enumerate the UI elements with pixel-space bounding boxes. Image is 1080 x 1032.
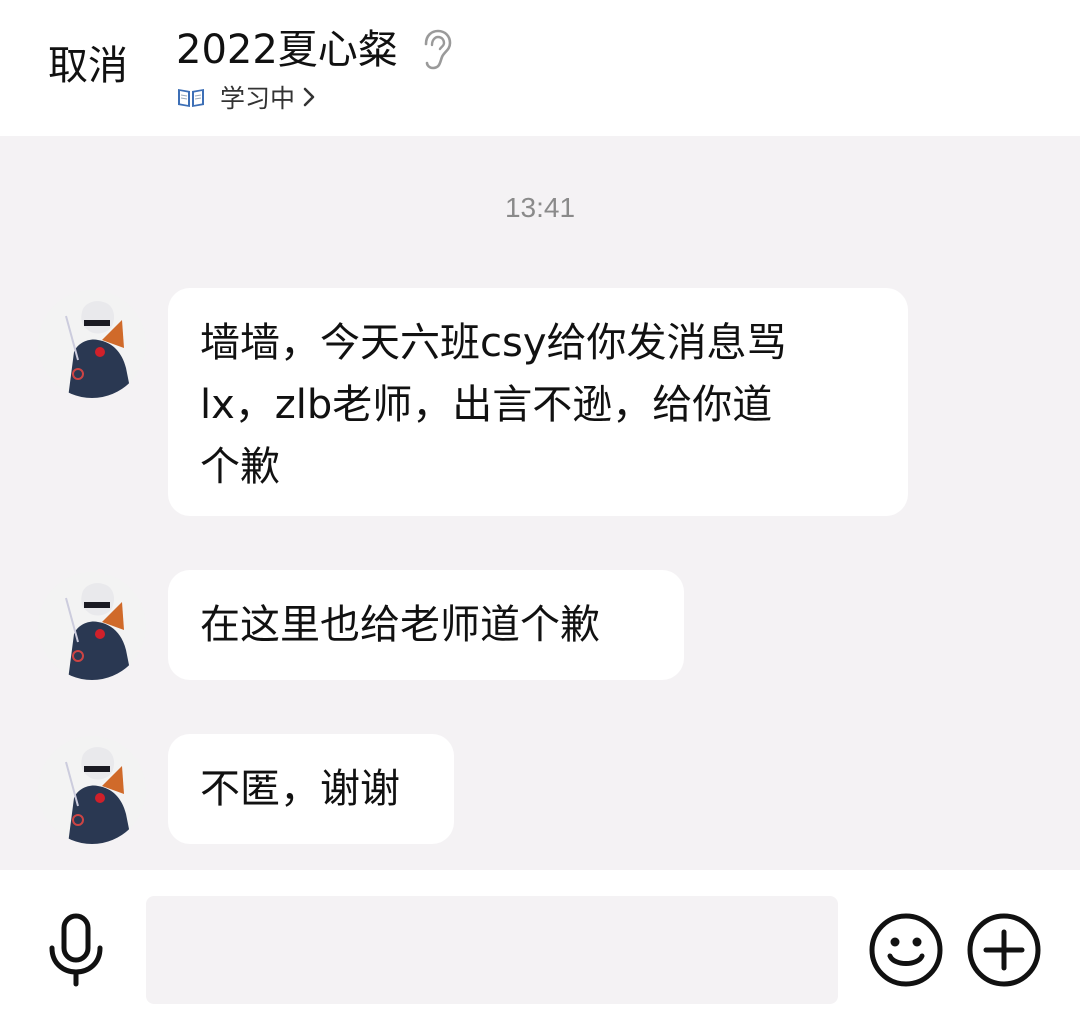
avatar-image [38,736,146,844]
message-line: 个歉 [200,444,280,490]
microphone-icon[interactable] [44,912,108,988]
chat-title[interactable]: 2022夏心粲 [176,22,398,78]
avatar-image [38,572,146,680]
avatar[interactable] [38,290,146,398]
message-bubble[interactable]: 墙墙，今天六班csy给你发消息骂 lx，zlb老师，出言不逊，给你道 个歉 [168,288,908,516]
avatar[interactable] [38,736,146,844]
chevron-right-icon [303,87,315,107]
message-line: lx，zlb老师，出言不逊，给你道 [200,382,773,428]
book-icon [178,89,204,107]
avatar[interactable] [38,572,146,680]
message-line: 不匿，谢谢 [200,766,400,812]
plus-icon[interactable] [966,912,1042,988]
status-text: 学习中 [220,84,296,113]
ear-icon[interactable] [418,28,454,72]
message-input[interactable] [146,896,838,1004]
cancel-button[interactable]: 取消 [48,38,128,94]
message-bubble[interactable]: 在这里也给老师道个歉 [168,570,684,680]
status-row[interactable]: 学习中 [176,80,317,114]
message-timestamp: 13:41 [504,192,576,223]
chat-screen: 取消 2022夏心粲 学习中 13:41 墙墙，今天六班csy给你发消息骂 lx… [0,0,1080,1032]
chat-header: 取消 2022夏心粲 学习中 [0,0,1080,136]
message-line: 在这里也给老师道个歉 [200,602,600,648]
message-bubble[interactable]: 不匿，谢谢 [168,734,454,844]
message-line: 墙墙，今天六班csy给你发消息骂 [200,320,787,366]
emoji-icon[interactable] [868,912,944,988]
avatar-image [38,290,146,398]
